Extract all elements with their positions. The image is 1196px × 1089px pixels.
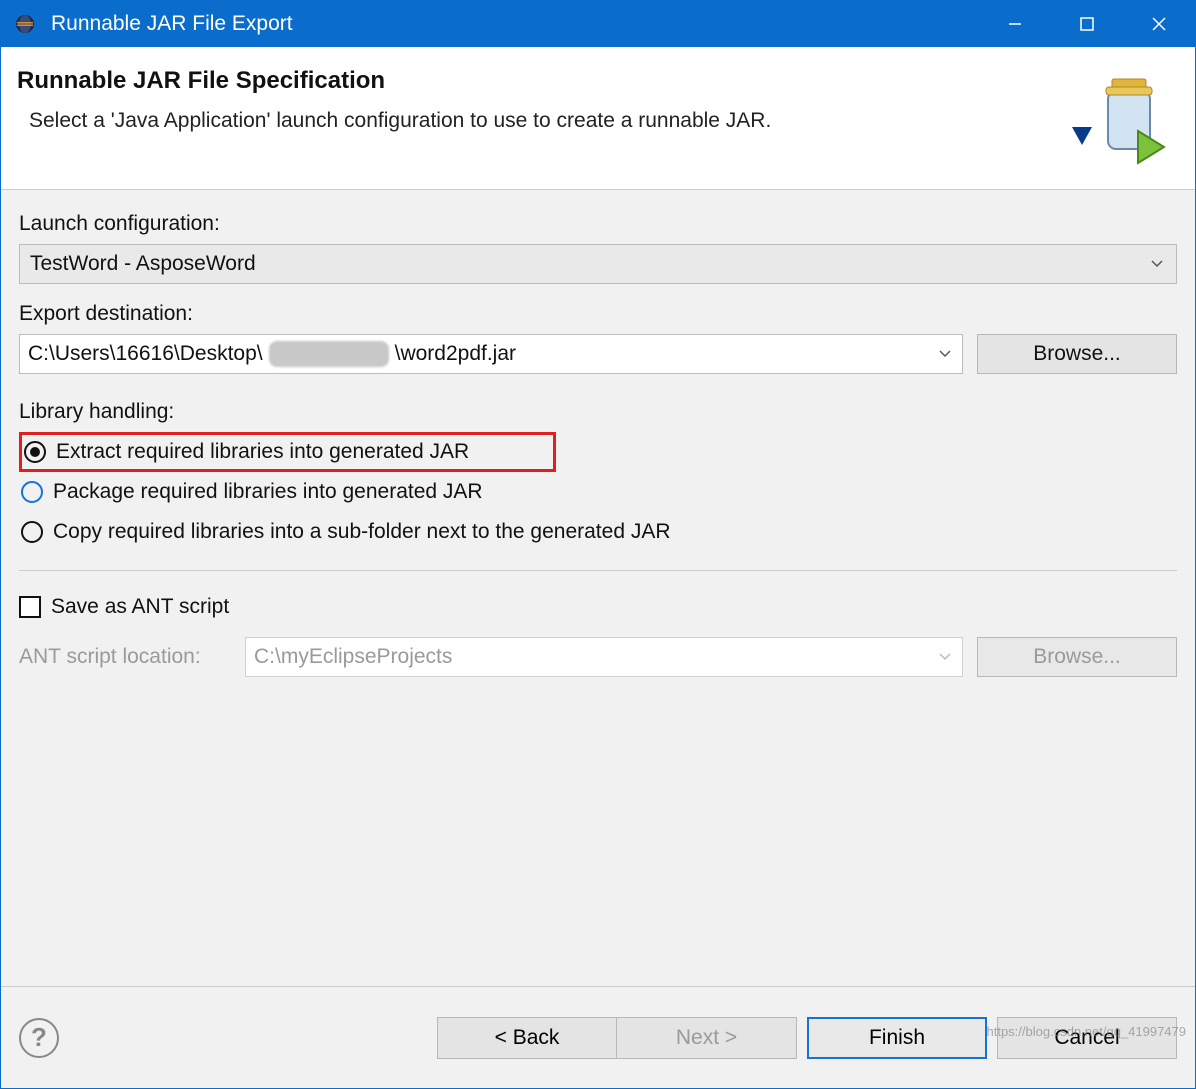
- titlebar: Runnable JAR File Export: [1, 1, 1195, 47]
- maximize-button[interactable]: [1051, 1, 1123, 47]
- chevron-down-icon: [936, 653, 954, 661]
- save-ant-checkbox-row[interactable]: Save as ANT script: [19, 589, 1177, 625]
- radio-copy-libraries[interactable]: Copy required libraries into a sub-folde…: [19, 512, 1177, 552]
- jar-export-icon: [1061, 67, 1171, 167]
- chevron-down-icon: [1148, 260, 1166, 268]
- browse-export-button[interactable]: Browse...: [977, 334, 1177, 374]
- chevron-down-icon: [936, 350, 954, 358]
- launch-config-label: Launch configuration:: [19, 212, 1177, 236]
- library-handling-label: Library handling:: [19, 400, 1177, 424]
- minimize-button[interactable]: [979, 1, 1051, 47]
- export-dest-input[interactable]: C:\Users\16616\Desktop\ \word2pdf.jar: [19, 334, 963, 374]
- radio-icon: [24, 441, 46, 463]
- export-path-prefix: C:\Users\16616\Desktop\: [28, 342, 263, 366]
- launch-config-value: TestWord - AsposeWord: [30, 252, 1148, 276]
- page-subtitle: Select a 'Java Application' launch confi…: [29, 109, 1061, 133]
- next-button: Next >: [617, 1017, 797, 1059]
- export-dest-label: Export destination:: [19, 302, 1177, 326]
- radio-icon: [21, 481, 43, 503]
- radio-extract-libraries[interactable]: Extract required libraries into generate…: [19, 432, 556, 472]
- eclipse-icon: [13, 12, 37, 36]
- ant-location-value: C:\myEclipseProjects: [254, 645, 936, 669]
- browse-ant-button: Browse...: [977, 637, 1177, 677]
- help-icon[interactable]: ?: [19, 1018, 59, 1058]
- export-path-suffix: \word2pdf.jar: [395, 342, 936, 366]
- divider: [19, 570, 1177, 571]
- window-title: Runnable JAR File Export: [51, 12, 979, 36]
- radio-label: Copy required libraries into a sub-folde…: [53, 520, 671, 544]
- finish-button[interactable]: Finish: [807, 1017, 987, 1059]
- ant-location-label: ANT script location:: [19, 645, 231, 669]
- checkbox-label: Save as ANT script: [51, 595, 229, 619]
- launch-config-combo[interactable]: TestWord - AsposeWord: [19, 244, 1177, 284]
- back-button[interactable]: < Back: [437, 1017, 617, 1059]
- checkbox-icon: [19, 596, 41, 618]
- window-controls: [979, 1, 1195, 47]
- ant-location-input: C:\myEclipseProjects: [245, 637, 963, 677]
- dialog-window: Runnable JAR File Export Runnable JAR Fi…: [0, 0, 1196, 1089]
- radio-label: Package required libraries into generate…: [53, 480, 483, 504]
- radio-label: Extract required libraries into generate…: [56, 440, 469, 464]
- dialog-content: Launch configuration: TestWord - AsposeW…: [1, 190, 1195, 986]
- watermark: https://blog.csdn.net/qq_41997479: [987, 1024, 1187, 1039]
- dialog-header: Runnable JAR File Specification Select a…: [1, 47, 1195, 190]
- page-title: Runnable JAR File Specification: [17, 67, 1061, 95]
- radio-package-libraries[interactable]: Package required libraries into generate…: [19, 472, 1177, 512]
- radio-icon: [21, 521, 43, 543]
- redacted-segment: [269, 341, 389, 367]
- close-button[interactable]: [1123, 1, 1195, 47]
